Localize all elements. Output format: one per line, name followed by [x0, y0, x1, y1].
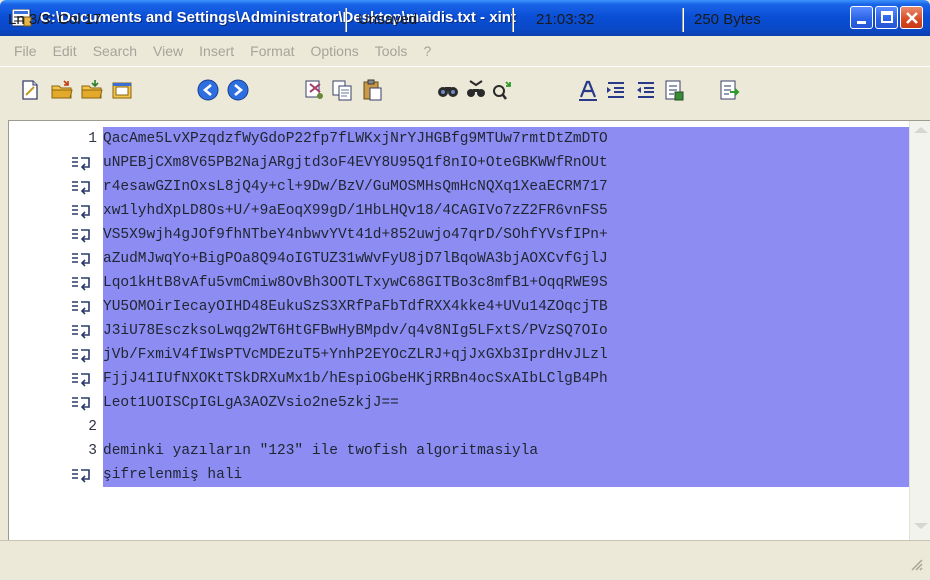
- word-wrap-icon: [72, 373, 90, 387]
- status-size: 250 Bytes: [694, 11, 761, 28]
- word-wrap-icon: [72, 397, 90, 411]
- line-number: 1: [88, 131, 97, 147]
- word-wrap-icon: [72, 349, 90, 363]
- minimize-button[interactable]: [850, 6, 873, 29]
- status-state: Unsaved: [358, 11, 418, 28]
- status-time: 21:03:32: [536, 11, 595, 28]
- word-wrap-icon: [72, 277, 90, 291]
- text-line[interactable]: Lqo1kHtB8vAfu5vmCmiw8OvBh3OOTLTxywC68GIT…: [103, 271, 909, 295]
- save-all-icon[interactable]: [110, 78, 134, 102]
- menu-view[interactable]: View: [145, 43, 191, 59]
- text-line[interactable]: jVb/FxmiV4fIWsPTVcMDEzuT5+YnhP2EYOcZLRJ+…: [103, 343, 909, 367]
- menu-options[interactable]: Options: [303, 43, 367, 59]
- text-line[interactable]: FjjJ41IUfNXOKtTSkDRXuMx1b/hEspiOGbeHKjRR…: [103, 367, 909, 391]
- text-line[interactable]: QacAme5LvXPzqdzfWyGdoP22fp7fLWKxjNrYJHGB…: [103, 127, 909, 151]
- line-gutter: 1 2 3: [9, 121, 101, 541]
- menu-help[interactable]: ?: [415, 43, 439, 59]
- menu-bar: File Edit Search View Insert Format Opti…: [0, 36, 930, 66]
- editor[interactable]: 1 2 3 QacAme5LvXPzqdzfWyGdoP22fp7fLWKxjNrY…: [8, 120, 930, 541]
- close-button[interactable]: [900, 6, 923, 29]
- scroll-up-arrow-icon[interactable]: [912, 125, 930, 135]
- redo-icon[interactable]: [226, 78, 250, 102]
- word-wrap-icon: [72, 205, 90, 219]
- app-window: C:\Documents and Settings\Administrator\…: [0, 0, 930, 580]
- line-number: 2: [88, 419, 97, 435]
- word-wrap-icon: [72, 181, 90, 195]
- new-file-icon[interactable]: [18, 78, 42, 102]
- text-line[interactable]: Leot1UOISCpIGLgA3AOZVsio2ne5zkjJ==: [103, 391, 909, 415]
- status-position: Ln 3/3: Col 17: [8, 11, 102, 28]
- word-wrap-icon: [72, 253, 90, 267]
- menu-edit[interactable]: Edit: [45, 43, 85, 59]
- text-line[interactable]: uNPEBjCXm8V65PB2NajARgjtd3oF4EVY8U95Q1f8…: [103, 151, 909, 175]
- text-line[interactable]: şifrelenmiş hali: [103, 463, 909, 487]
- word-wrap-icon: [72, 325, 90, 339]
- status-divider: [682, 8, 683, 32]
- outdent-icon[interactable]: [634, 78, 658, 102]
- replace-icon[interactable]: [490, 78, 514, 102]
- text-line[interactable]: r4esawGZInOxsL8jQ4y+cl+9Dw/BzV/GuMOSMHsQ…: [103, 175, 909, 199]
- text-line[interactable]: deminki yazıların "123" ile twofish algo…: [103, 439, 909, 463]
- cut-icon[interactable]: [302, 78, 326, 102]
- save-icon[interactable]: [80, 78, 104, 102]
- menu-file[interactable]: File: [6, 43, 45, 59]
- word-wrap-icon: [72, 157, 90, 171]
- paste-icon[interactable]: [360, 78, 384, 102]
- text-line[interactable]: J3iU78EsczksoLwqg2WT6HtGFBwHyBMpdv/q4v8N…: [103, 319, 909, 343]
- status-bar: [0, 540, 930, 580]
- status-divider: [512, 8, 513, 32]
- text-line[interactable]: aZudMJwqYo+BigPOa8Q94oIGTUZ31wWvFyU8jD7l…: [103, 247, 909, 271]
- text-line[interactable]: VS5X9wjh4gJOf9fhNTbeY4nbwvYVt41d+852uwjo…: [103, 223, 909, 247]
- indent-icon[interactable]: [604, 78, 628, 102]
- undo-icon[interactable]: [196, 78, 220, 102]
- maximize-button[interactable]: [875, 6, 898, 29]
- export-icon[interactable]: [718, 78, 742, 102]
- text-line[interactable]: YU5OMOirIecayOIHD48EukuSzS3XRfPaFbTdfRXX…: [103, 295, 909, 319]
- text-area[interactable]: QacAme5LvXPzqdzfWyGdoP22fp7fLWKxjNrYJHGB…: [103, 127, 909, 537]
- word-wrap-icon: [72, 301, 90, 315]
- open-folder-icon[interactable]: [50, 78, 74, 102]
- text-line[interactable]: [103, 415, 909, 439]
- line-number: 3: [88, 443, 97, 459]
- title-bar[interactable]: C:\Documents and Settings\Administrator\…: [0, 0, 930, 36]
- scroll-down-arrow-icon[interactable]: [912, 521, 930, 531]
- copy-icon[interactable]: [330, 78, 354, 102]
- find-icon[interactable]: [436, 78, 460, 102]
- word-wrap-icon: [72, 229, 90, 243]
- vertical-scrollbar[interactable]: [909, 121, 930, 541]
- menu-insert[interactable]: Insert: [191, 43, 242, 59]
- menu-tools[interactable]: Tools: [367, 43, 416, 59]
- resize-grip-icon[interactable]: [908, 556, 924, 572]
- properties-icon[interactable]: [662, 78, 686, 102]
- font-icon[interactable]: [576, 78, 600, 102]
- window-title: C:\Documents and Settings\Administrator\…: [40, 9, 516, 26]
- find-next-icon[interactable]: [464, 78, 488, 102]
- menu-format[interactable]: Format: [242, 43, 302, 59]
- text-line[interactable]: xw1lyhdXpLD8Os+U/+9aEoqX99gD/1HbLHQv18/4…: [103, 199, 909, 223]
- word-wrap-icon: [72, 469, 90, 483]
- menu-search[interactable]: Search: [85, 43, 145, 59]
- status-divider: [345, 8, 346, 32]
